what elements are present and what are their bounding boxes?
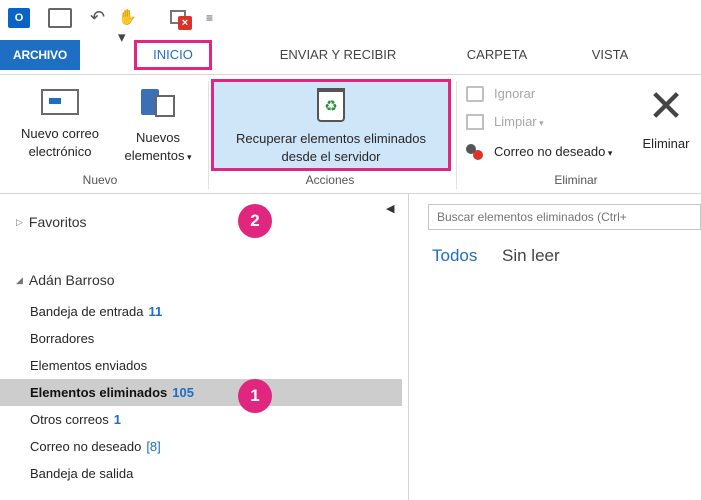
folder-name: Elementos enviados bbox=[30, 358, 148, 373]
delete-x-icon: ✕ bbox=[647, 81, 685, 132]
customize-toolbar-icon[interactable]: ≡ bbox=[206, 8, 218, 28]
new-email-button[interactable]: Nuevo correo electrónico bbox=[10, 81, 110, 169]
recycle-bin-icon: ♻ bbox=[317, 88, 345, 122]
group-label-eliminar: Eliminar bbox=[554, 173, 598, 187]
chevron-down-icon: ▾ bbox=[536, 118, 544, 128]
tab-vista[interactable]: VISTA bbox=[580, 40, 640, 70]
recover-label-1: Recuperar elementos eliminados bbox=[235, 131, 427, 146]
junk-email-label: Correo no deseado bbox=[494, 144, 606, 159]
clean-up-icon bbox=[466, 114, 484, 130]
junk-email-icon bbox=[466, 144, 484, 160]
account-header[interactable]: ◢ Adán Barroso bbox=[16, 272, 115, 288]
new-email-label-1: Nuevo correo bbox=[20, 126, 100, 141]
recover-deleted-items-button[interactable]: ♻ Recuperar elementos eliminados desde e… bbox=[211, 79, 451, 171]
chevron-down-icon: ▾ bbox=[184, 152, 192, 162]
collapse-pane-icon[interactable]: ◀ bbox=[386, 202, 394, 215]
folder-list: Bandeja de entrada 11 Borradores Elemento… bbox=[0, 298, 402, 487]
folder-name: Otros correos bbox=[30, 412, 109, 427]
delete-button[interactable]: ✕ Eliminar bbox=[632, 81, 700, 169]
message-list-pane: Todos Sin leer bbox=[410, 194, 701, 500]
ignore-label: Ignorar bbox=[494, 86, 536, 101]
filter-all[interactable]: Todos bbox=[432, 246, 477, 266]
folder-outbox[interactable]: Bandeja de salida bbox=[0, 460, 402, 487]
collapse-triangle-icon: ◢ bbox=[16, 275, 23, 285]
ribbon-tabs: ARCHIVO INICIO ENVIAR Y RECIBIR CARPETA … bbox=[0, 36, 701, 74]
touch-mode-icon[interactable]: ✋▾ bbox=[118, 8, 144, 46]
envelope-icon bbox=[41, 89, 79, 115]
new-items-icon bbox=[139, 89, 177, 119]
empty-folder-icon[interactable]: × bbox=[168, 8, 194, 30]
group-label-acciones: Acciones bbox=[305, 173, 355, 187]
junk-email-button[interactable]: Correo no deseado ▾ bbox=[466, 141, 612, 163]
folder-pane: ◀ ▷ Favoritos 2 ◢ Adán Barroso Bandeja de … bbox=[0, 194, 409, 500]
tab-carpeta[interactable]: CARPETA bbox=[452, 40, 542, 70]
folder-name: Elementos eliminados bbox=[30, 385, 168, 400]
group-divider bbox=[456, 81, 457, 189]
new-email-label-2: electrónico bbox=[28, 144, 92, 159]
folder-name: Borradores bbox=[30, 331, 95, 346]
callout-badge-2: 2 bbox=[238, 204, 272, 238]
new-items-label-1: Nuevos bbox=[135, 130, 181, 145]
chevron-down-icon: ▾ bbox=[605, 148, 613, 158]
folder-sent[interactable]: Elementos enviados bbox=[0, 352, 402, 379]
recover-label-2: desde el servidor bbox=[281, 149, 381, 164]
folder-inbox[interactable]: Bandeja de entrada 11 bbox=[0, 298, 402, 325]
send-receive-icon[interactable] bbox=[48, 8, 72, 28]
folder-name: Correo no deseado bbox=[30, 439, 142, 454]
filter-unread[interactable]: Sin leer bbox=[502, 246, 560, 266]
folder-other[interactable]: Otros correos 1 bbox=[0, 406, 402, 433]
delete-label: Eliminar bbox=[642, 136, 690, 151]
folder-junk[interactable]: Correo no deseado [8] bbox=[0, 433, 402, 460]
folder-name: Bandeja de salida bbox=[30, 466, 134, 481]
unread-count: 1 bbox=[113, 412, 121, 427]
tab-archivo[interactable]: ARCHIVO bbox=[0, 40, 80, 70]
group-divider bbox=[208, 81, 209, 189]
ignore-icon bbox=[466, 86, 484, 102]
favorites-label: Favoritos bbox=[28, 214, 87, 230]
folder-deleted-items[interactable]: Elementos eliminados 105 bbox=[0, 379, 402, 406]
unread-count: 11 bbox=[148, 304, 163, 319]
folder-drafts[interactable]: Borradores bbox=[0, 325, 402, 352]
outlook-logo-icon: O bbox=[8, 8, 30, 28]
clean-up-button[interactable]: Limpiar ▾ bbox=[466, 111, 544, 133]
ribbon: Nuevo correo electrónico Nuevos elemento… bbox=[0, 74, 701, 194]
new-items-label-2: elementos bbox=[124, 148, 185, 163]
search-input[interactable] bbox=[428, 204, 701, 230]
clean-up-label: Limpiar bbox=[494, 114, 537, 129]
tab-enviar-y-recibir[interactable]: ENVIAR Y RECIBIR bbox=[268, 40, 408, 70]
favorites-header[interactable]: ▷ Favoritos bbox=[16, 214, 87, 230]
quick-access-toolbar: O ↶ ✋▾ × ≡ bbox=[0, 0, 701, 46]
account-name: Adán Barroso bbox=[28, 272, 115, 288]
item-count: [8] bbox=[146, 439, 161, 454]
new-items-button[interactable]: Nuevos elementos ▾ bbox=[112, 81, 204, 169]
group-label-nuevo: Nuevo bbox=[82, 173, 118, 187]
ignore-button[interactable]: Ignorar bbox=[466, 83, 535, 105]
undo-icon[interactable]: ↶ bbox=[90, 8, 106, 28]
unread-count: 105 bbox=[172, 385, 194, 400]
tab-inicio[interactable]: INICIO bbox=[134, 40, 212, 70]
expand-triangle-icon: ▷ bbox=[16, 217, 23, 227]
callout-badge-1: 1 bbox=[238, 379, 272, 413]
folder-name: Bandeja de entrada bbox=[30, 304, 144, 319]
